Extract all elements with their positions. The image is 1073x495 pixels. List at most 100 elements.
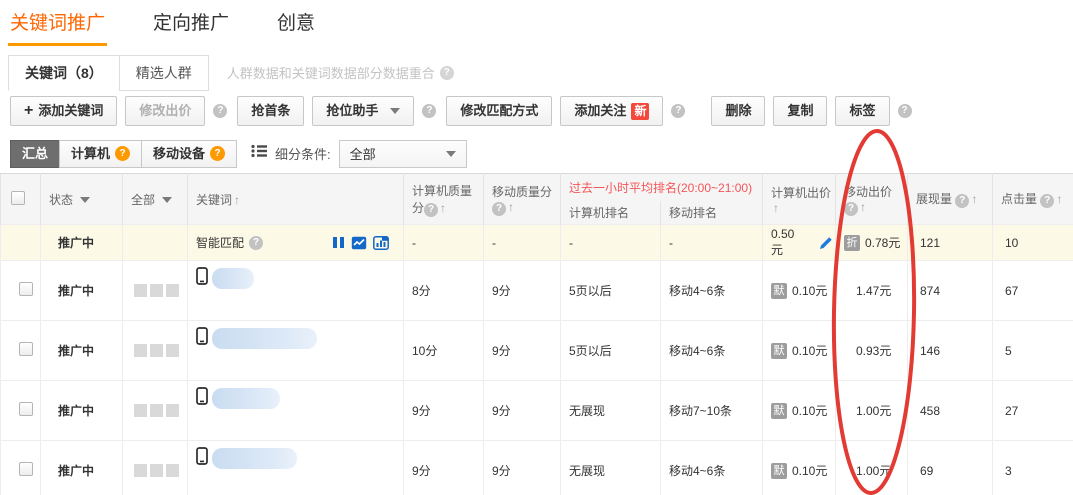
- default-bid-badge: 默: [771, 403, 787, 419]
- pc-quality-cell: 9分: [404, 441, 484, 495]
- help-icon[interactable]: ?: [249, 236, 263, 250]
- keyword-cell[interactable]: [188, 261, 404, 321]
- mobile-bid-value: 1.47元: [844, 282, 891, 299]
- discount-badge: 折: [844, 235, 860, 251]
- delete-button[interactable]: 删除: [711, 96, 765, 126]
- col-keyword-label: 关键词: [196, 193, 232, 207]
- copy-button[interactable]: 复制: [773, 96, 827, 126]
- filter-summary[interactable]: 汇总: [10, 140, 60, 168]
- row-checkbox[interactable]: [19, 342, 33, 356]
- summary-row: 推广中 智能匹配 ? - - - -: [1, 225, 1073, 261]
- help-icon[interactable]: ?: [440, 66, 454, 80]
- sort-up-icon[interactable]: ↑: [773, 201, 779, 215]
- grab-first-button[interactable]: 抢首条: [237, 96, 304, 126]
- sort-up-icon[interactable]: ↑: [1056, 192, 1062, 206]
- live-status-icon[interactable]: [373, 236, 389, 250]
- rank-assistant-button[interactable]: 抢位助手: [312, 96, 414, 126]
- mobile-rank-cell: 移动4~6条: [661, 441, 763, 495]
- status-cell: 推广中: [41, 441, 123, 495]
- tab-audience[interactable]: 精选人群: [119, 55, 209, 91]
- keyword-cell[interactable]: [188, 441, 404, 495]
- sort-up-icon[interactable]: ↑: [860, 200, 866, 214]
- pause-icon[interactable]: [332, 236, 345, 249]
- col-group-filter[interactable]: 全部: [123, 174, 188, 225]
- col-pc-bid[interactable]: 计算机出价↑: [763, 174, 836, 225]
- keyword-cell[interactable]: [188, 321, 404, 381]
- filter-computer-label: 计算机: [71, 141, 110, 167]
- add-keyword-label: 添加关键词: [38, 97, 103, 125]
- group-cell: [123, 381, 188, 441]
- col-mobile-bid[interactable]: 移动出价 ?↑: [836, 174, 908, 225]
- clicks-cell: 3: [993, 441, 1073, 495]
- nav-tab-targeted-promotion[interactable]: 定向推广: [151, 4, 231, 43]
- modify-bid-button[interactable]: 修改出价: [125, 96, 205, 126]
- col-clicks[interactable]: 点击量 ?↑: [993, 174, 1073, 225]
- redacted-group: [131, 344, 185, 357]
- col-clicks-label: 点击量: [1001, 192, 1037, 206]
- help-icon[interactable]: ?: [422, 104, 436, 118]
- select-all-checkbox[interactable]: [11, 191, 25, 205]
- help-icon[interactable]: ?: [115, 146, 130, 161]
- col-pc-rank[interactable]: 计算机排名: [561, 201, 661, 225]
- mobile-bid-cell: 1.00元: [836, 441, 908, 495]
- add-watch-button[interactable]: 添加关注 新: [560, 96, 663, 126]
- segment-label: 细分条件:: [275, 144, 331, 163]
- help-icon[interactable]: ?: [844, 202, 858, 216]
- col-status[interactable]: 状态: [41, 174, 123, 225]
- segment-select[interactable]: 全部: [339, 140, 467, 168]
- mobile-rank-cell: 移动7~10条: [661, 381, 763, 441]
- nav-tab-creative[interactable]: 创意: [275, 4, 317, 43]
- tab-keywords[interactable]: 关键词（8）: [8, 55, 120, 91]
- phone-icon: [196, 387, 208, 405]
- modify-match-label: 修改匹配方式: [460, 97, 538, 125]
- mobile-rank-cell: -: [661, 225, 763, 261]
- filter-mobile[interactable]: 移动设备 ?: [141, 140, 237, 168]
- help-icon[interactable]: ?: [492, 202, 506, 216]
- col-mobile-rank[interactable]: 移动排名: [661, 201, 763, 225]
- chevron-down-icon[interactable]: [162, 197, 172, 203]
- sort-up-icon[interactable]: ↑: [508, 200, 514, 214]
- sort-up-icon[interactable]: ↑: [234, 193, 240, 207]
- row-checkbox[interactable]: [19, 282, 33, 296]
- table-row: 推广中 10分 9分 5页以后 移动4~6条 默0.10元 0.93元 146 …: [1, 321, 1073, 381]
- help-icon[interactable]: ?: [213, 104, 227, 118]
- col-pc-quality[interactable]: 计算机质量分?↑: [404, 174, 484, 225]
- chevron-down-icon[interactable]: [80, 197, 90, 203]
- row-checkbox[interactable]: [19, 402, 33, 416]
- nav-tab-keyword-promotion[interactable]: 关键词推广: [8, 4, 107, 46]
- col-keyword[interactable]: 关键词↑: [188, 174, 404, 225]
- col-mobile-bid-label: 移动出价: [844, 185, 892, 199]
- help-icon[interactable]: ?: [424, 203, 438, 217]
- pc-rank-cell: 无展现: [561, 381, 661, 441]
- redacted-keyword: [212, 448, 297, 469]
- select-all-cell: [1, 174, 41, 225]
- filter-computer[interactable]: 计算机 ?: [59, 140, 142, 168]
- sort-up-icon[interactable]: ↑: [971, 192, 977, 206]
- pc-bid-value: 0.10元: [792, 462, 827, 479]
- tag-button[interactable]: 标签: [835, 96, 889, 126]
- table-row: 推广中 9分 9分 无展现 移动7~10条 默0.10元 1.00元 458 2…: [1, 381, 1073, 441]
- segment-list-icon: [251, 144, 267, 163]
- subtab-note: 人群数据和关键词数据部分数据重合 ?: [227, 63, 454, 82]
- pc-bid-cell: 默0.10元: [763, 381, 836, 441]
- help-icon[interactable]: ?: [671, 104, 685, 118]
- pc-bid-value: 0.10元: [792, 342, 827, 359]
- col-mobile-quality[interactable]: 移动质量分 ?↑: [484, 174, 561, 225]
- help-icon[interactable]: ?: [1040, 194, 1054, 208]
- col-impressions[interactable]: 展现量 ?↑: [908, 174, 993, 225]
- group-cell: [123, 261, 188, 321]
- add-keyword-button[interactable]: + 添加关键词: [10, 96, 117, 126]
- modify-match-button[interactable]: 修改匹配方式: [446, 96, 552, 126]
- edit-pencil-icon[interactable]: [819, 236, 833, 250]
- row-checkbox[interactable]: [19, 462, 33, 476]
- help-icon[interactable]: ?: [210, 146, 225, 161]
- keyword-cell[interactable]: [188, 381, 404, 441]
- help-icon[interactable]: ?: [955, 194, 969, 208]
- sort-up-icon[interactable]: ↑: [440, 201, 446, 215]
- sub-tabs: 关键词（8） 精选人群 人群数据和关键词数据部分数据重合 ?: [8, 54, 454, 91]
- mobile-quality-cell: 9分: [484, 261, 561, 321]
- phone-icon: [196, 327, 208, 345]
- help-icon[interactable]: ?: [898, 104, 912, 118]
- trend-chart-icon[interactable]: [351, 236, 367, 250]
- pc-rank-cell: 无展现: [561, 441, 661, 495]
